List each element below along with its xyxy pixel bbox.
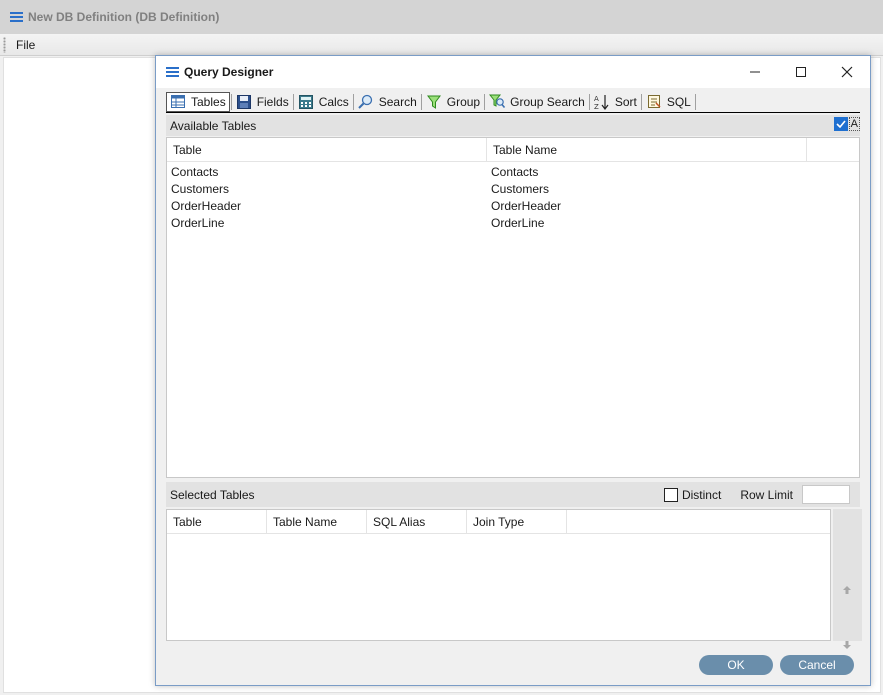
select-all-toggle[interactable]: A [833,117,860,131]
available-tables-label: Available Tables [170,118,257,133]
floppy-disk-icon [236,94,252,110]
tab-sql[interactable]: SQL [643,92,694,112]
maximize-button[interactable] [778,56,824,88]
grid-header: Table Table Name [167,138,859,162]
minimize-button[interactable] [732,56,778,88]
distinct-checkbox[interactable] [663,487,678,502]
toolbar-separator [230,93,232,110]
menu-file[interactable]: File [12,38,39,52]
toolbar-separator [420,93,422,110]
funnel-search-icon [489,94,506,110]
reorder-panel [833,509,862,649]
table-row[interactable]: Contacts Contacts [167,163,859,180]
tab-group-search[interactable]: Group Search [486,92,588,112]
tab-group-search-label: Group Search [510,94,585,109]
distinct-label: Distinct [681,487,722,502]
row-limit-label: Row Limit [740,487,793,502]
menubar-grip-icon [3,36,6,53]
toolbar-separator [352,93,354,110]
selected-tables-label: Selected Tables [170,487,255,502]
table-cell: OrderLine [171,215,225,230]
column-header-table-name[interactable]: Table Name [267,510,367,533]
available-tables-grid: Table Table Name Contacts Contacts Custo… [166,137,860,478]
outer-menubar: File [0,34,883,56]
tab-sort[interactable]: AZ Sort [591,92,640,112]
maximize-icon [796,67,806,77]
selected-tables-header: Selected Tables Distinct Row Limit [166,482,860,507]
tab-tables[interactable]: Tables [166,91,230,112]
column-header-table[interactable]: Table [167,138,487,161]
table-row[interactable]: OrderLine OrderLine [167,214,859,231]
toolbar-separator [484,93,486,110]
calculator-icon [298,94,314,110]
toolbar-separator [694,93,696,110]
dialog-app-icon [166,67,179,77]
table-row[interactable]: OrderHeader OrderHeader [167,197,859,214]
outer-title-bar: New DB Definition (DB Definition) [0,0,883,34]
designer-toolbar: Tables Fields Calcs Search Group Group S… [166,91,860,113]
table-icon [170,94,186,110]
app-menu-icon [10,12,23,22]
table-name-cell: OrderLine [491,215,545,230]
row-limit-input[interactable] [802,485,850,504]
tab-search-label: Search [378,94,417,109]
selected-tables-grid: Table Table Name SQL Alias Join Type [166,509,831,641]
move-up-icon[interactable] [842,585,852,595]
ok-button[interactable]: OK [699,655,773,675]
tab-fields-label: Fields [256,94,289,109]
available-tables-header: Available Tables A [166,115,860,136]
close-icon [841,66,853,78]
sql-script-icon [646,94,662,110]
tab-sort-label: Sort [614,94,637,109]
svg-text:A: A [594,95,599,103]
grid-header: Table Table Name SQL Alias Join Type [167,510,830,534]
tab-group-label: Group [446,94,481,109]
selected-tables-options: Distinct Row Limit [663,485,850,504]
outer-window-title: New DB Definition (DB Definition) [28,10,220,24]
dialog-title-bar: Query Designer [156,56,870,88]
funnel-icon [426,94,442,110]
toolbar-separator [292,93,294,110]
table-cell: Customers [171,181,230,196]
table-name-cell: Customers [491,181,550,196]
tab-group[interactable]: Group [423,92,483,112]
column-header-join-type[interactable]: Join Type [467,510,567,533]
tab-calcs-label: Calcs [318,94,349,109]
move-down-icon[interactable] [842,640,852,650]
table-cell: OrderHeader [171,198,242,213]
tab-calcs[interactable]: Calcs [295,92,352,112]
tab-tables-label: Tables [191,94,226,109]
sort-az-icon: AZ [594,94,610,110]
column-header-table[interactable]: Table [167,510,267,533]
svg-text:Z: Z [594,103,599,110]
column-header-sql-alias[interactable]: SQL Alias [367,510,467,533]
table-row[interactable]: Customers Customers [167,180,859,197]
table-name-cell: OrderHeader [491,198,562,213]
tab-sql-label: SQL [666,94,691,109]
select-all-label: A [848,117,860,131]
table-name-cell: Contacts [491,164,539,179]
toolbar-separator [588,93,590,110]
query-designer-dialog: Query Designer Tables Fields Calcs Searc… [155,55,871,686]
dialog-title: Query Designer [184,65,274,79]
column-header-table-name[interactable]: Table Name [487,138,807,161]
toolbar-separator [640,93,642,110]
checkmark-icon[interactable] [833,117,848,131]
magnifier-icon [358,94,374,110]
close-button[interactable] [824,56,870,88]
cancel-button[interactable]: Cancel [780,655,854,675]
tab-fields[interactable]: Fields [233,92,292,112]
tab-search[interactable]: Search [355,92,420,112]
table-cell: Contacts [171,164,219,179]
minimize-icon [750,71,760,73]
